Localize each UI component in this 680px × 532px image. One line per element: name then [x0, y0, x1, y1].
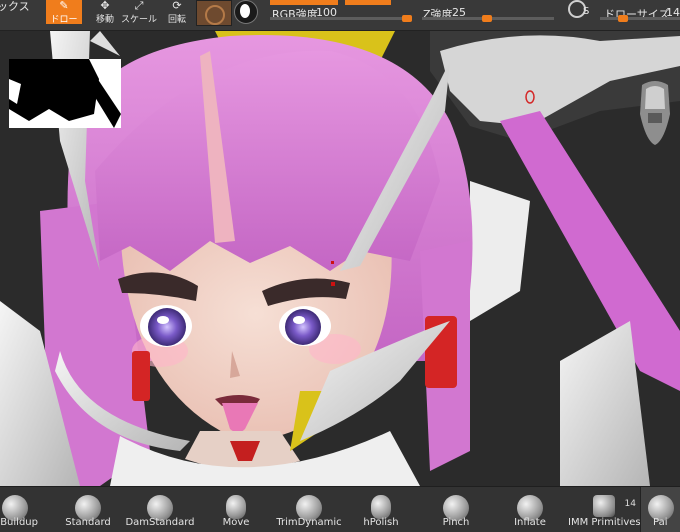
brush-damstandard[interactable]: DamStandard: [124, 487, 196, 532]
brush-palette: yBuildup Standard DamStandard Move TrimD…: [0, 486, 680, 532]
rgb-toggle[interactable]: [270, 0, 338, 5]
move-icon: ✥: [100, 0, 110, 12]
alpha-texture-thumbnail[interactable]: [9, 59, 121, 128]
left-eye: [148, 308, 186, 346]
brush-label: Inflate: [514, 517, 546, 528]
hpolish-brush-icon: [371, 495, 391, 519]
brush-label: Standard: [65, 517, 111, 528]
top-toolbar: ボックス ✎ ドロー ✥ 移動 ⤢ スケール ⟳ 回転 RGB強度 100 Z強…: [0, 0, 680, 31]
imm-primitives-brush-icon: [593, 495, 615, 517]
brush-imm-primitives[interactable]: IMM Primitives 14: [568, 487, 641, 532]
brush-pinch[interactable]: Pinch: [428, 487, 484, 532]
s-label: S: [583, 6, 590, 17]
draw-size-knob[interactable]: [618, 15, 628, 22]
brush-label: Pinch: [442, 517, 470, 528]
rotate-button-label: 回転: [167, 15, 186, 25]
move-brush-icon: [226, 495, 246, 519]
brush-label: Pai: [653, 517, 668, 528]
brush-label: DamStandard: [125, 517, 195, 528]
move-button-label: 移動: [95, 15, 114, 25]
brush-paint[interactable]: Pai: [640, 487, 680, 532]
brush-standard[interactable]: Standard: [60, 487, 116, 532]
right-eye: [285, 309, 321, 345]
z-intensity-slider[interactable]: [422, 15, 554, 22]
brush-label: IMM Primitives: [568, 517, 641, 528]
draw-button-label: ドロー: [50, 15, 78, 25]
draw-button[interactable]: ✎ ドロー: [46, 0, 82, 25]
scale-button[interactable]: ⤢ スケール: [120, 0, 158, 25]
s-button[interactable]: S: [566, 0, 592, 22]
color-mode-icon[interactable]: [234, 0, 258, 24]
brush-move[interactable]: Move: [208, 487, 264, 532]
box-label[interactable]: ボックス: [0, 0, 30, 14]
rgb-intensity-slider[interactable]: [270, 15, 412, 22]
navigation-head-gizmo[interactable]: [636, 79, 674, 149]
rotate-icon: ⟳: [172, 0, 182, 12]
brush-label: TrimDynamic: [276, 517, 342, 528]
draw-size-slider[interactable]: [600, 15, 680, 22]
rgb-intensity-knob[interactable]: [402, 15, 412, 22]
scale-button-label: スケール: [120, 15, 157, 25]
z-toggle[interactable]: [345, 0, 391, 5]
rotate-button[interactable]: ⟳ 回転: [160, 0, 194, 25]
brush-label: yBuildup: [0, 517, 38, 528]
brush-label: hPolish: [363, 517, 399, 528]
move-button[interactable]: ✥ 移動: [88, 0, 122, 25]
brush-label: Move: [222, 517, 250, 528]
z-intensity-knob[interactable]: [482, 15, 492, 22]
brush-inflate[interactable]: Inflate: [502, 487, 558, 532]
brush-clay-buildup[interactable]: yBuildup: [0, 487, 50, 532]
material-swatch[interactable]: [196, 0, 232, 26]
brush-trimdynamic[interactable]: TrimDynamic: [274, 487, 344, 532]
brush-hpolish[interactable]: hPolish: [352, 487, 410, 532]
scale-icon: ⤢: [134, 0, 144, 12]
imm-count-badge: 14: [624, 499, 636, 509]
canvas-viewport[interactable]: [0, 31, 680, 486]
draw-icon: ✎: [59, 0, 69, 12]
